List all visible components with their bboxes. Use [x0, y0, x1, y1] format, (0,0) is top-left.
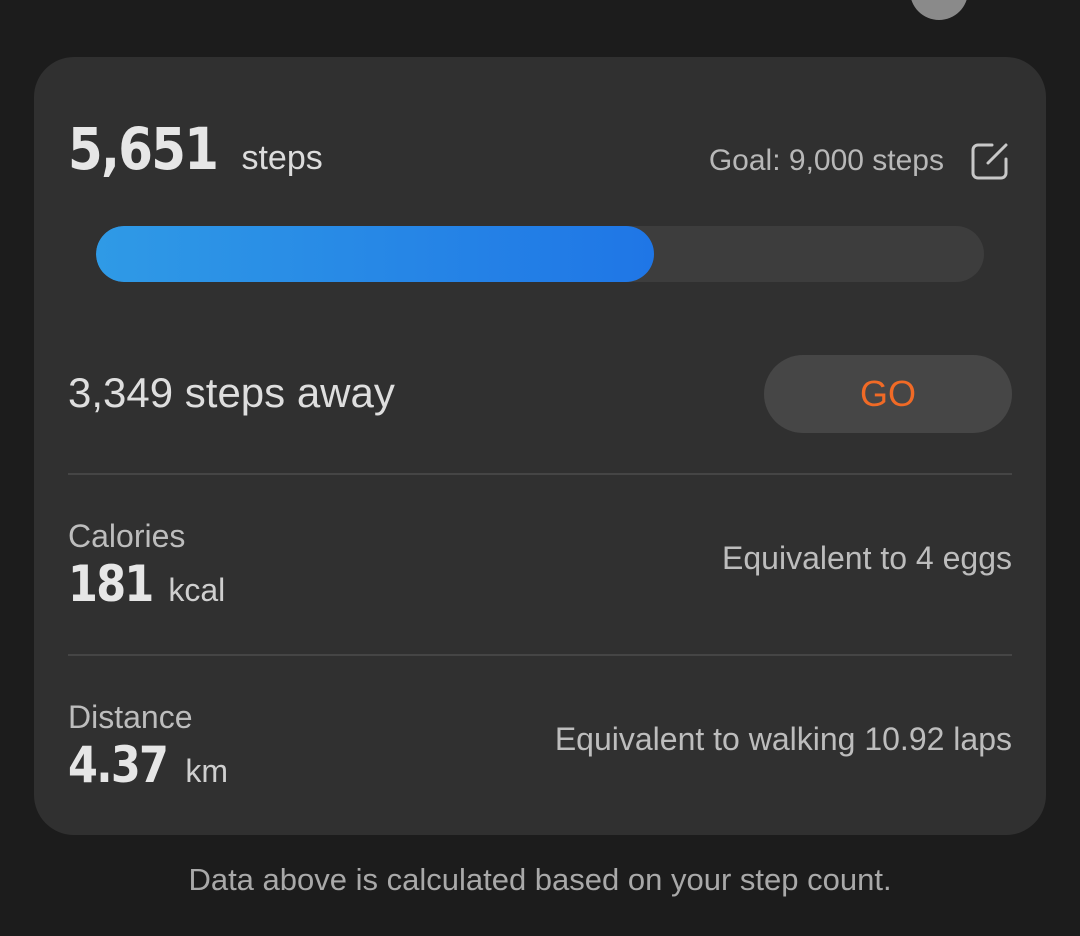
steps-card: 5,651 steps Goal: 9,000 steps 3,349 step…: [34, 57, 1046, 835]
go-button[interactable]: GO: [764, 355, 1012, 433]
distance-label: Distance: [68, 699, 193, 735]
step-details-screen: 5,651 steps Goal: 9,000 steps 3,349 step…: [0, 0, 1080, 936]
calories-equivalent: Equivalent to 4 eggs: [722, 540, 1012, 576]
distance-equivalent: Equivalent to walking 10.92 laps: [554, 721, 1012, 757]
calories-value: 181 kcal: [68, 555, 225, 613]
distance-number: 4.37: [68, 736, 169, 794]
steps-away-text: 3,349 steps away: [68, 369, 395, 416]
distance-value: 4.37 km: [68, 736, 228, 794]
divider: [68, 473, 1012, 475]
goal-text: Goal: 9,000 steps: [708, 144, 944, 177]
steps-progress-fill: [96, 226, 654, 282]
calories-unit: kcal: [168, 572, 226, 608]
calories-label: Calories: [68, 518, 186, 554]
steps-progress-bar: [96, 226, 984, 282]
steps-count: 5,651 steps: [68, 115, 323, 183]
edit-goal-icon[interactable]: [970, 141, 1010, 181]
steps-value: 5,651: [68, 115, 219, 183]
calories-number: 181: [68, 555, 154, 613]
goal-display[interactable]: Goal: 9,000 steps: [709, 141, 1010, 181]
distance-unit: km: [185, 753, 229, 789]
scroll-handle-dot: [910, 0, 968, 20]
footer-note: Data above is calculated based on your s…: [188, 862, 892, 897]
steps-unit: steps: [241, 139, 323, 177]
divider: [68, 654, 1012, 656]
